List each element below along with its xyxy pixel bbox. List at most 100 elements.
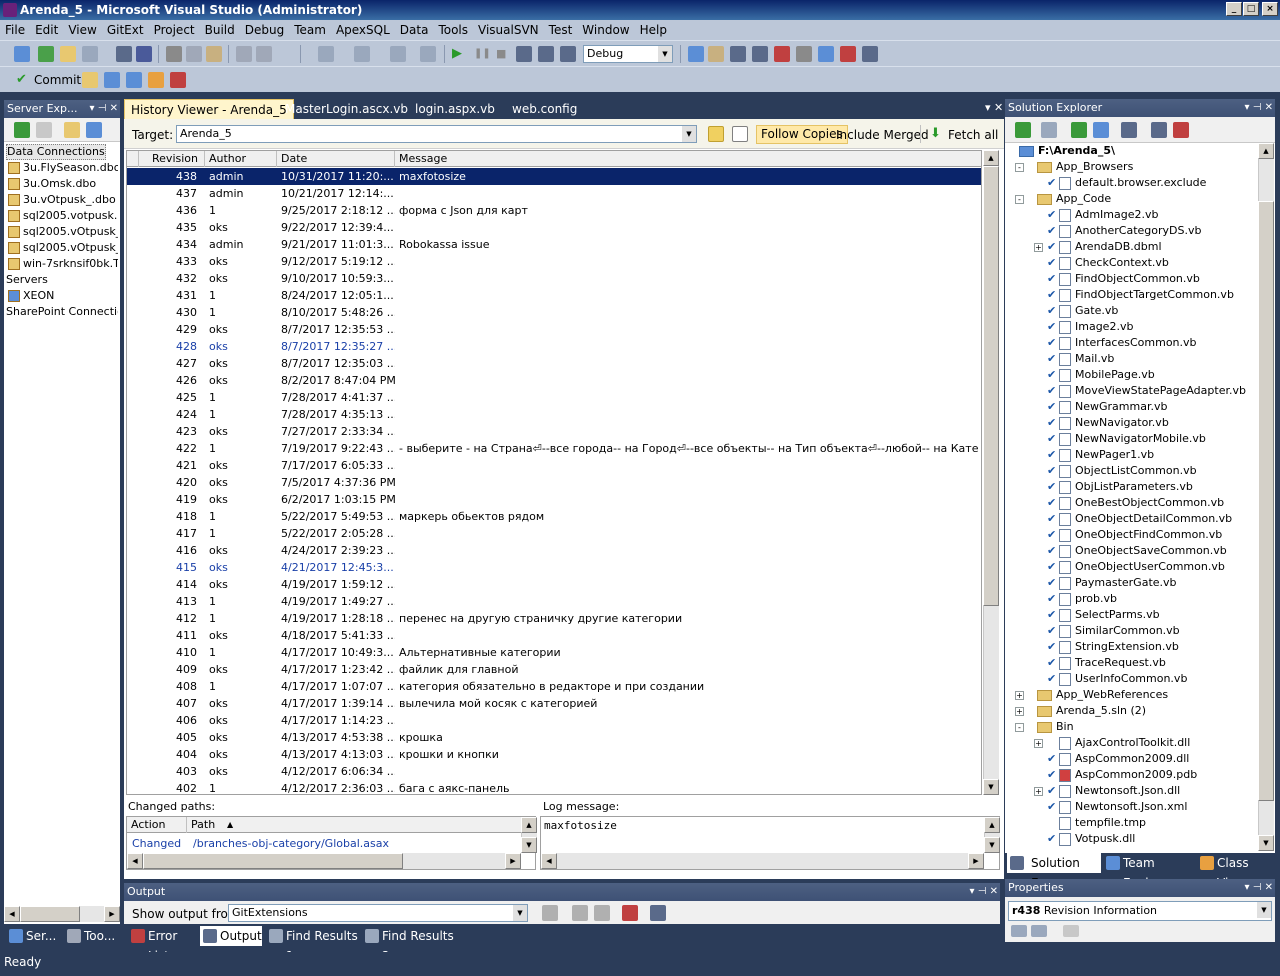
solution-file[interactable]: ✔ InterfacesCommon.vb — [1047, 335, 1197, 351]
revision-row[interactable]: 428 oks 8/7/2017 12:35:27 ... — [127, 338, 981, 355]
solution-file[interactable]: ✔ OneObjectSaveCommon.vb — [1047, 543, 1227, 559]
property-pages-icon[interactable] — [1063, 925, 1079, 937]
toolbox-icon[interactable] — [796, 46, 812, 62]
server-explorer-item[interactable]: Servers — [6, 272, 48, 288]
solution-file[interactable]: ✔ Gate.vb — [1047, 303, 1118, 319]
alphabetical-icon[interactable] — [1031, 925, 1047, 937]
menu-debug[interactable]: Debug — [240, 20, 289, 40]
solution-file[interactable]: ✔ SelectParms.vb — [1047, 607, 1160, 623]
revision-row[interactable]: 414 oks 4/19/2017 1:59:12 ... — [127, 576, 981, 593]
comment-icon[interactable] — [236, 46, 252, 62]
solution-file[interactable]: ✔ Newtonsoft.Json.dll — [1047, 783, 1180, 799]
solution-file[interactable]: ✔ AdmImage2.vb — [1047, 207, 1158, 223]
pull-icon[interactable] — [104, 72, 120, 88]
tab-server-explorer[interactable]: Ser... — [6, 926, 62, 946]
refresh-icon[interactable] — [14, 122, 30, 138]
revision-row[interactable]: 404 oks 4/13/2017 4:13:03 ... крошки и кноп… — [127, 746, 981, 763]
solution-file[interactable]: ✔ CheckContext.vb — [1047, 255, 1169, 271]
menu-build[interactable]: Build — [200, 20, 240, 40]
properties-icon[interactable] — [1015, 122, 1031, 138]
stash-icon[interactable] — [148, 72, 164, 88]
uncomment-icon[interactable] — [256, 46, 272, 62]
collapse-icon[interactable]: - — [1015, 723, 1024, 732]
solution-file[interactable]: ✔ ObjectListCommon.vb — [1047, 463, 1197, 479]
solution-file[interactable]: ✔ prob.vb — [1047, 591, 1117, 607]
solution-root[interactable]: F:\Arenda_5\ — [1019, 143, 1115, 159]
cut-icon[interactable] — [166, 46, 182, 62]
solution-file[interactable]: ✔ Image2.vb — [1047, 319, 1133, 335]
output-source-dropdown[interactable]: GitExtensions ▼ — [228, 904, 528, 922]
show-all-files-icon[interactable] — [1041, 122, 1057, 138]
open-repo-icon[interactable] — [82, 72, 98, 88]
revision-row[interactable]: 408 1 4/17/2017 1:07:07 ... категория обяза… — [127, 678, 981, 695]
extension-manager-icon[interactable] — [840, 46, 856, 62]
solution-file[interactable]: ✔ ObjListParameters.vb — [1047, 479, 1193, 495]
previous-message-icon[interactable] — [572, 905, 588, 921]
revision-row[interactable]: 426 oks 8/2/2017 8:47:04 PM — [127, 372, 981, 389]
navigate-back-icon[interactable] — [390, 46, 406, 62]
solution-file[interactable]: ✔ SimilarCommon.vb — [1047, 623, 1180, 639]
column-action[interactable]: Action — [127, 817, 187, 833]
view-code-icon[interactable] — [1121, 122, 1137, 138]
menu-gitext[interactable]: GitExt — [102, 20, 149, 40]
solution-file[interactable]: ✔ OneObjectDetailCommon.vb — [1047, 511, 1232, 527]
server-explorer-item[interactable]: sql2005.votpusk.dl — [8, 208, 118, 224]
revision-row[interactable]: 415 oks 4/21/2017 12:45:3... — [127, 559, 981, 576]
server-explorer-item[interactable]: 3u.Omsk.dbo — [8, 176, 96, 192]
solution-folder[interactable]: App_WebReferences — [1037, 687, 1168, 703]
expand-icon[interactable]: + — [1015, 691, 1024, 700]
pin-icon[interactable]: ▾ ⊣ ✕ — [1245, 879, 1273, 897]
open-file-icon[interactable] — [60, 46, 76, 62]
solution-file[interactable]: ✔ Votpusk.dll — [1047, 831, 1135, 847]
add-item-icon[interactable] — [38, 46, 54, 62]
revision-row[interactable]: 421 oks 7/17/2017 6:05:33 ... — [127, 457, 981, 474]
solution-file[interactable]: ✔ OneBestObjectCommon.vb — [1047, 495, 1224, 511]
menu-project[interactable]: Project — [149, 20, 200, 40]
start-debug-icon[interactable]: ▶ — [452, 46, 468, 62]
push-icon[interactable] — [126, 72, 142, 88]
fetch-all-button[interactable]: Fetch all — [948, 128, 998, 142]
properties-object-dropdown[interactable]: r438 Revision Information ▼ — [1008, 901, 1272, 921]
find-message-icon[interactable] — [542, 905, 558, 921]
solution-folder[interactable]: Bin — [1037, 719, 1074, 735]
clear-all-icon[interactable] — [622, 905, 638, 921]
tab-solution-explorer[interactable]: Solution Ex... — [1007, 853, 1101, 890]
solution-file[interactable]: ✔ FindObjectCommon.vb — [1047, 271, 1200, 287]
undo-icon[interactable] — [318, 46, 334, 62]
expand-icon[interactable]: + — [1015, 707, 1024, 716]
log-message-scrollbar[interactable]: ▲ ▼ — [984, 817, 1000, 853]
menu-file[interactable]: File — [0, 20, 30, 40]
solution-explorer-scrollbar[interactable]: ▲ ▼ — [1258, 143, 1274, 851]
tab-team-explorer[interactable]: Team Explo... — [1103, 853, 1195, 890]
menu-data[interactable]: Data — [395, 20, 434, 40]
solution-folder[interactable]: Arenda_5.sln (2) — [1037, 703, 1146, 719]
properties-icon[interactable] — [752, 46, 768, 62]
tab-menu-icon[interactable]: ▾ ✕ — [985, 101, 1003, 114]
server-explorer-item[interactable]: sql2005.vOtpusk_A — [8, 240, 118, 256]
server-explorer-item[interactable]: XEON — [8, 288, 54, 304]
revision-list-scrollbar[interactable]: ▲ ▼ — [983, 150, 999, 795]
revision-row[interactable]: 434 admin 9/21/2017 11:01:3... Robokassa is… — [127, 236, 981, 253]
menu-help[interactable]: Help — [635, 20, 672, 40]
follow-copies-toggle[interactable]: Follow Copies — [756, 125, 848, 144]
menu-view[interactable]: View — [63, 20, 101, 40]
solution-file[interactable]: ✔ Mail.vb — [1047, 351, 1114, 367]
menu-edit[interactable]: Edit — [30, 20, 63, 40]
redo-icon[interactable] — [354, 46, 370, 62]
word-wrap-icon[interactable] — [650, 905, 666, 921]
revision-row[interactable]: 418 1 5/22/2017 5:49:53 ... маркерь обьекто… — [127, 508, 981, 525]
solution-folder[interactable]: App_Code — [1037, 191, 1111, 207]
refresh-icon[interactable] — [1071, 122, 1087, 138]
log-message-hscrollbar[interactable]: ◀ ▶ — [541, 853, 984, 869]
revision-row[interactable]: 413 1 4/19/2017 1:49:27 ... — [127, 593, 981, 610]
changed-paths-hscrollbar[interactable]: ◀ ▶ — [127, 853, 521, 869]
revision-row[interactable]: 403 oks 4/12/2017 6:06:34 ... — [127, 763, 981, 780]
target-dropdown[interactable]: Arenda_5 ▼ — [176, 125, 697, 143]
solution-file[interactable]: ✔ Newtonsoft.Json.xml — [1047, 799, 1187, 815]
save-icon[interactable] — [116, 46, 132, 62]
horizontal-scrollbar[interactable]: ◀ ▶ — [4, 906, 120, 922]
copy-icon[interactable] — [186, 46, 202, 62]
revision-row[interactable]: 433 oks 9/12/2017 5:19:12 ... — [127, 253, 981, 270]
collapse-icon[interactable]: - — [1015, 163, 1024, 172]
step-out-icon[interactable] — [560, 46, 576, 62]
